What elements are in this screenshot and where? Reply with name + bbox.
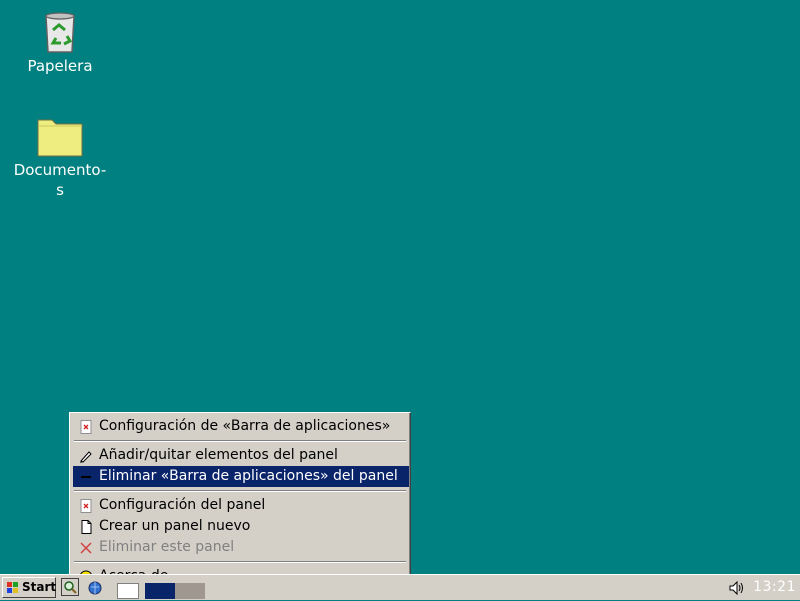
taskbar-window-button[interactable] <box>145 583 175 599</box>
new-document-icon <box>79 520 93 534</box>
menu-item-label: Eliminar este panel <box>99 539 235 555</box>
red-x-icon <box>79 541 93 555</box>
menu-item-remove-appbar[interactable]: Eliminar «Barra de aplicaciones» del pan… <box>73 466 409 487</box>
minus-icon <box>79 470 93 484</box>
search-launcher-icon[interactable] <box>61 578 79 596</box>
menu-separator <box>74 561 406 563</box>
start-label: Start <box>22 580 57 594</box>
start-button[interactable]: Start <box>2 577 56 598</box>
menu-item-label: Configuración del panel <box>99 497 266 513</box>
taskbar-window-button[interactable] <box>117 583 139 599</box>
menu-item-label: Añadir/quitar elementos del panel <box>99 447 338 463</box>
clock: 13:21 <box>753 579 796 595</box>
menu-item-delete-panel[interactable]: Eliminar este panel <box>73 537 409 558</box>
browser-launcher-icon[interactable] <box>86 578 104 596</box>
menu-separator <box>74 440 406 442</box>
menu-item-label: Crear un panel nuevo <box>99 518 251 534</box>
menu-separator <box>74 490 406 492</box>
menu-item-label: Configuración de «Barra de aplicaciones» <box>99 418 391 434</box>
menu-item-appbar-settings[interactable]: Configuración de «Barra de aplicaciones» <box>73 416 409 437</box>
menu-item-new-panel[interactable]: Crear un panel nuevo <box>73 516 409 537</box>
taskbar-window-button[interactable] <box>175 583 205 599</box>
start-logo-icon <box>6 581 20 594</box>
folder-icon <box>36 112 84 160</box>
menu-item-panel-settings[interactable]: Configuración del panel <box>73 495 409 516</box>
documents-label: Documento- s <box>13 161 107 199</box>
settings-doc-icon <box>79 420 93 434</box>
menu-item-add-remove-elements[interactable]: Añadir/quitar elementos del panel <box>73 445 409 466</box>
panel-context-menu: Configuración de «Barra de aplicaciones»… <box>69 412 411 590</box>
recycle-bin-label: Papelera <box>27 57 93 75</box>
system-tray: 13:21 <box>725 575 800 601</box>
recycle-bin-icon <box>36 8 84 56</box>
desktop-icon-documents[interactable]: Documento- s <box>10 112 110 200</box>
desktop-icon-recycle-bin[interactable]: Papelera <box>10 8 110 76</box>
settings-doc-icon <box>79 499 93 513</box>
speaker-icon[interactable] <box>728 579 746 597</box>
pencil-icon <box>79 449 93 463</box>
menu-item-label: Eliminar «Barra de aplicaciones» del pan… <box>99 468 398 484</box>
taskbar: Start 13:21 <box>0 574 800 600</box>
